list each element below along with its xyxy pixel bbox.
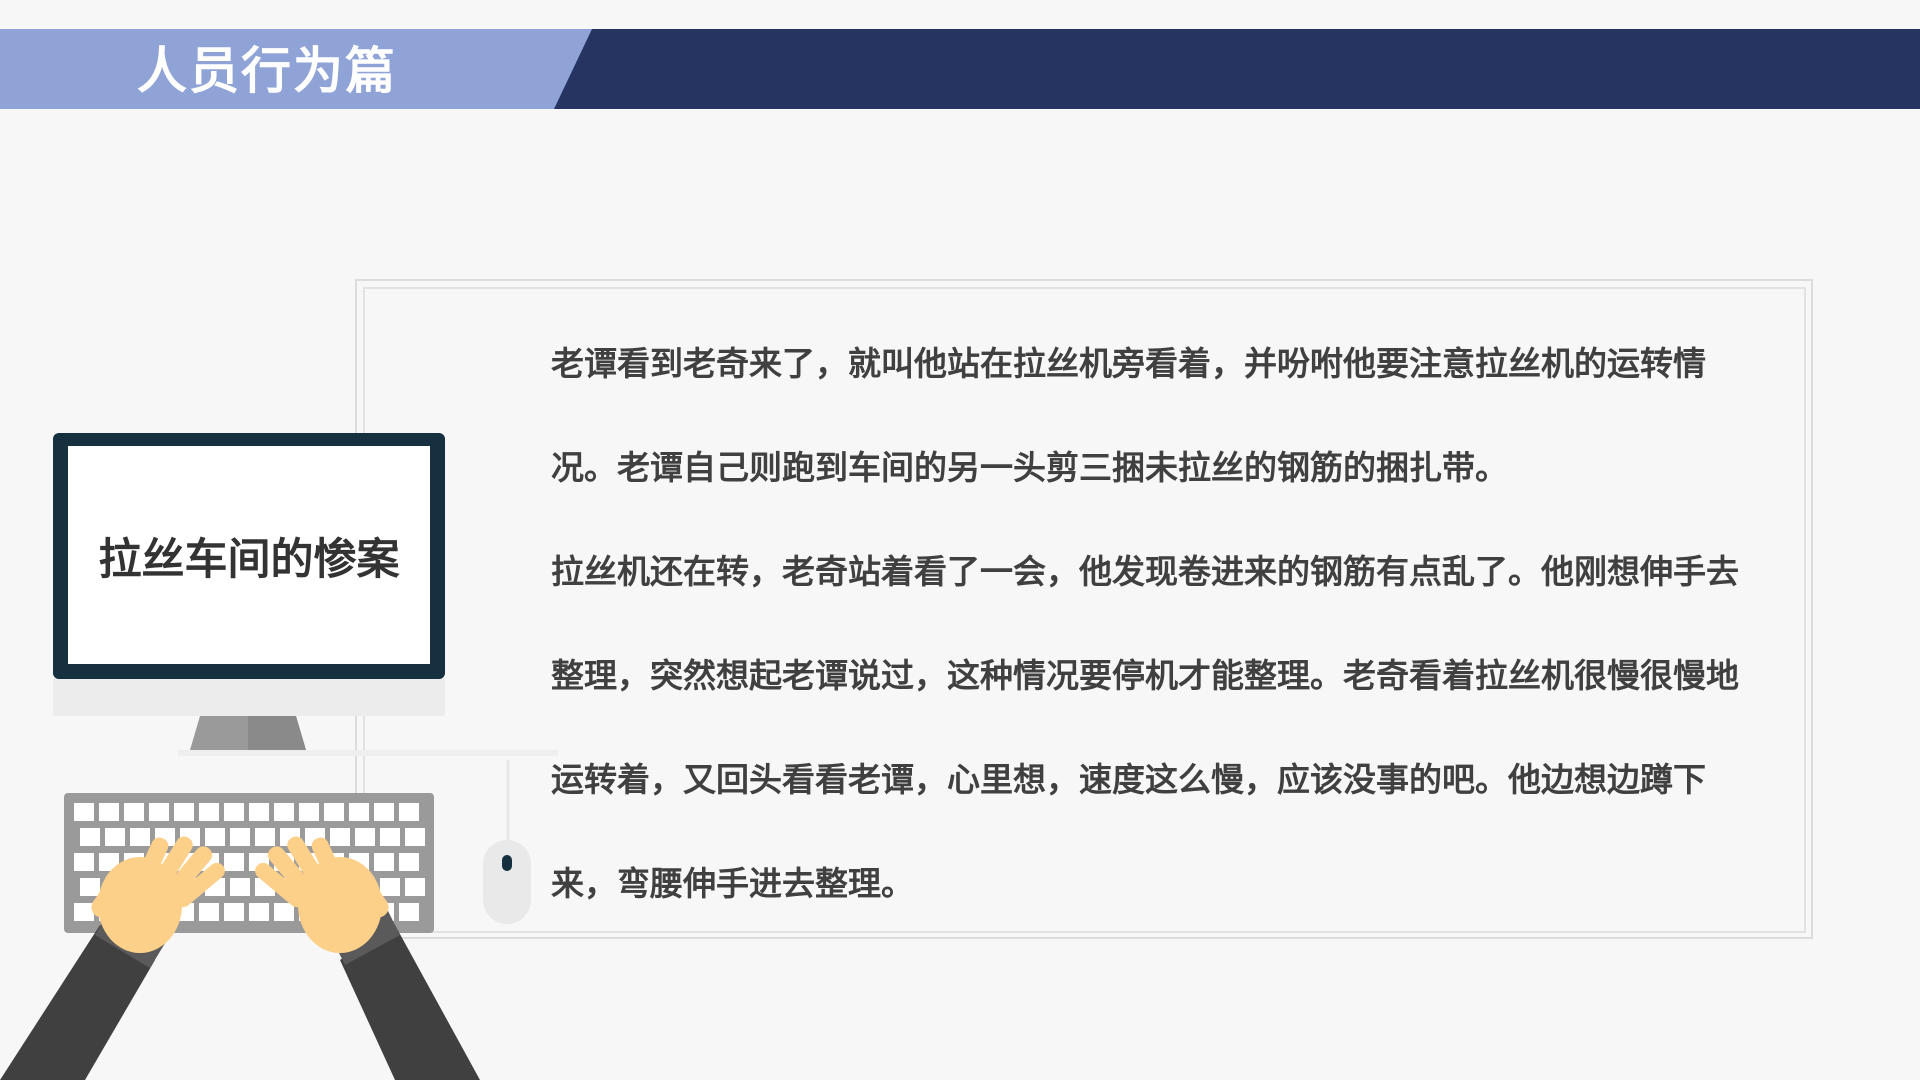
keyboard-key — [399, 803, 419, 821]
header-title: 人员行为篇 — [137, 42, 397, 100]
keyboard-key — [249, 803, 269, 821]
keyboard-key — [349, 803, 369, 821]
keyboard-key — [399, 853, 419, 871]
monitor-caption: 拉丝车间的惨案 — [98, 535, 400, 585]
keyboard-key — [99, 803, 119, 821]
keyboard-key — [105, 828, 125, 846]
keyboard-key — [230, 828, 250, 846]
keyboard-key — [374, 853, 394, 871]
keyboard-key — [405, 878, 425, 896]
keyboard-key — [380, 828, 400, 846]
keyboard-key — [299, 803, 319, 821]
keyboard-key — [199, 803, 219, 821]
monitor-foot — [178, 750, 558, 756]
keyboard-key — [80, 828, 100, 846]
keyboard-key — [324, 803, 344, 821]
mouse-icon — [483, 840, 531, 924]
keyboard-key — [274, 803, 294, 821]
keyboard-key — [174, 803, 194, 821]
keyboard-key — [380, 878, 400, 896]
keyboard-key — [74, 903, 94, 921]
keyboard-key — [224, 853, 244, 871]
keyboard-key — [230, 878, 250, 896]
keyboard-key — [374, 803, 394, 821]
keyboard-key — [74, 853, 94, 871]
keyboard-key — [224, 803, 244, 821]
keyboard-key — [355, 828, 375, 846]
keyboard-key — [330, 828, 350, 846]
monitor-chin — [53, 678, 445, 716]
keyboard-key — [199, 903, 219, 921]
keyboard-key — [249, 903, 269, 921]
keyboard-key — [399, 903, 419, 921]
monitor-neck-shade — [248, 716, 306, 750]
keyboard-key — [255, 828, 275, 846]
keyboard-key — [405, 828, 425, 846]
keyboard-key — [80, 878, 100, 896]
story-paragraph-1: 老谭看到老奇来了，就叫他站在拉丝机旁看着，并吩咐他要注意拉丝机的运转情况。老谭自… — [551, 344, 1706, 487]
keyboard-key — [130, 828, 150, 846]
story-text: 老谭看到老奇来了，就叫他站在拉丝机旁看着，并吩咐他要注意拉丝机的运转情况。老谭自… — [551, 312, 1766, 936]
keyboard-key — [274, 903, 294, 921]
keyboard-key — [224, 903, 244, 921]
slide: 人员行为篇 拉丝车间的惨案 老谭看到老奇来了，就叫他站在拉丝机旁看着，并吩咐他要… — [0, 0, 1920, 1080]
mouse-wheel — [502, 855, 512, 871]
story-paragraph-2: 拉丝机还在转，老奇站着看了一会，他发现卷进来的钢筋有点乱了。他刚想伸手去整理，突… — [551, 552, 1739, 903]
keyboard-key — [149, 803, 169, 821]
keyboard-key — [124, 803, 144, 821]
keyboard-key — [205, 828, 225, 846]
keyboard-key — [74, 803, 94, 821]
